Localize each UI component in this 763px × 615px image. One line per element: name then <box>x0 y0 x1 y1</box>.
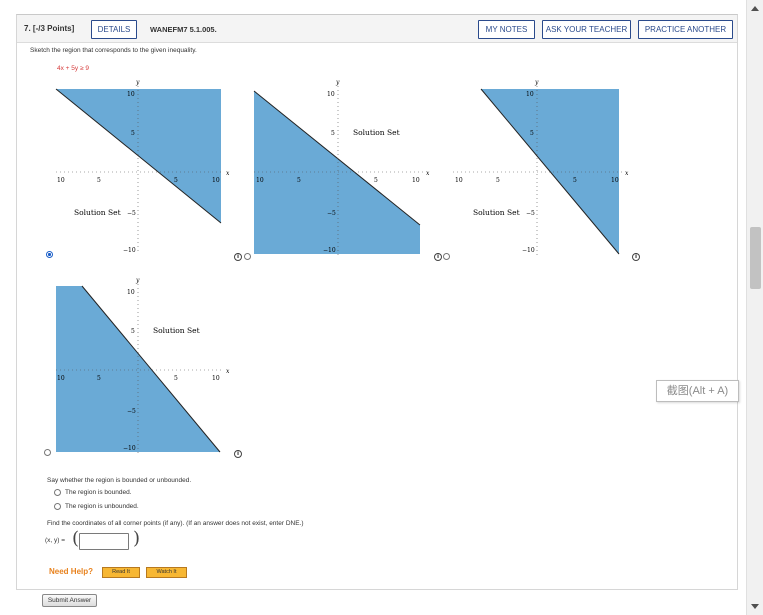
graph-option-3-radio[interactable] <box>443 253 450 260</box>
graph-option-3: y x 10 5 10 5 5 10 Solution Set −5 −10 <box>451 74 631 259</box>
corner-point-input[interactable] <box>79 533 129 550</box>
question-points: [-/3 Points] <box>32 24 75 33</box>
solution-region <box>254 91 420 254</box>
answer-label: (x, y) = <box>45 537 66 544</box>
tick-label: 5 <box>97 177 101 184</box>
tick-label: −10 <box>123 445 136 452</box>
scroll-down-arrow-icon[interactable] <box>751 604 759 609</box>
x-axis-label: x <box>426 170 430 177</box>
info-icon[interactable]: i <box>434 253 442 261</box>
tick-label: 5 <box>131 328 135 335</box>
tick-label: 5 <box>530 130 534 137</box>
y-axis-label: y <box>135 79 140 86</box>
question-header: 7. [-/3 Points] DETAILS WANEFM7 5.1.005.… <box>17 15 737 43</box>
unbounded-radio[interactable] <box>54 503 61 510</box>
solution-set-label: Solution Set <box>473 208 520 217</box>
info-icon[interactable]: i <box>632 253 640 261</box>
tick-label: −5 <box>127 408 136 415</box>
bounded-radio[interactable] <box>54 489 61 496</box>
tick-label: 5 <box>496 177 500 184</box>
read-it-button[interactable]: Read It <box>102 567 140 578</box>
bounded-question: Say whether the region is bounded or unb… <box>47 477 192 484</box>
tick-label: 10 <box>127 91 135 98</box>
tick-label: −5 <box>127 210 136 217</box>
tick-label: −10 <box>123 247 136 252</box>
tick-label: 5 <box>97 375 101 382</box>
tick-label: −5 <box>526 210 535 217</box>
graph-option-1-radio[interactable] <box>46 251 53 258</box>
tick-label: 10 <box>526 91 534 98</box>
info-icon[interactable]: i <box>234 253 242 261</box>
tick-label: 5 <box>131 130 135 137</box>
tick-label: 5 <box>174 177 178 184</box>
tick-label: 5 <box>297 177 301 184</box>
scrollbar[interactable] <box>746 0 763 615</box>
watch-it-button[interactable]: Watch It <box>146 567 187 578</box>
y-axis-label: y <box>135 277 140 284</box>
tick-label: 10 <box>412 177 420 184</box>
y-axis-label: y <box>335 79 340 86</box>
my-notes-button[interactable]: MY NOTES <box>478 20 535 39</box>
tick-label: 5 <box>174 375 178 382</box>
info-icon[interactable]: i <box>234 450 242 458</box>
graph-option-1: y x 10 5 10 5 5 10 Solution Set −5 −10 <box>52 74 232 254</box>
corner-points-question: Find the coordinates of all corner point… <box>47 520 304 527</box>
tick-label: 5 <box>374 177 378 184</box>
solution-set-label: Solution Set <box>74 208 121 217</box>
tick-label: 5 <box>573 177 577 184</box>
y-axis-label: y <box>534 79 539 86</box>
x-axis-label: x <box>226 368 230 375</box>
tick-label: 10 <box>57 375 65 382</box>
ask-teacher-button[interactable]: ASK YOUR TEACHER <box>542 20 631 39</box>
tick-label: −5 <box>327 210 336 217</box>
unbounded-choice[interactable]: The region is unbounded. <box>54 503 139 510</box>
graph-option-4-radio[interactable] <box>44 449 51 456</box>
bounded-choice[interactable]: The region is bounded. <box>54 489 132 496</box>
open-paren: ( <box>72 528 80 549</box>
question-prompt: Sketch the region that corresponds to th… <box>30 47 197 54</box>
question-number: 7. [-/3 Points] <box>24 24 75 33</box>
tick-label: 10 <box>212 177 220 184</box>
graph-option-4: y x 10 5 Solution Set 10 5 5 10 −5 −10 <box>52 272 232 457</box>
x-axis-label: x <box>226 170 230 177</box>
close-paren: ) <box>133 528 141 549</box>
screenshot-tooltip: 截图(Alt + A) <box>656 380 739 402</box>
details-button[interactable]: DETAILS <box>91 20 137 39</box>
question-code: WANEFM7 5.1.005. <box>150 25 217 34</box>
solution-set-label: Solution Set <box>353 128 400 137</box>
scroll-up-arrow-icon[interactable] <box>751 6 759 11</box>
tick-label: −10 <box>522 247 535 254</box>
tick-label: 10 <box>455 177 463 184</box>
tick-label: 10 <box>212 375 220 382</box>
need-help-label: Need Help? <box>49 567 94 576</box>
solution-set-label: Solution Set <box>153 326 200 335</box>
tick-label: 5 <box>331 130 335 137</box>
tick-label: 10 <box>611 177 619 184</box>
graph-option-2-radio[interactable] <box>244 253 251 260</box>
submit-answer-button[interactable]: Submit Answer <box>42 594 97 607</box>
x-axis-label: x <box>625 170 629 177</box>
tick-label: −10 <box>323 247 336 254</box>
graph-option-2: y x 10 5 Solution Set 10 5 5 10 −5 −10 <box>252 74 432 259</box>
inequality: 4x + 5y ≥ 9 <box>57 65 89 72</box>
tick-label: 10 <box>127 289 135 296</box>
practice-another-button[interactable]: PRACTICE ANOTHER <box>638 20 733 39</box>
tick-label: 10 <box>256 177 264 184</box>
scroll-thumb[interactable] <box>750 227 761 289</box>
tick-label: 10 <box>57 177 65 184</box>
tick-label: 10 <box>327 91 335 98</box>
